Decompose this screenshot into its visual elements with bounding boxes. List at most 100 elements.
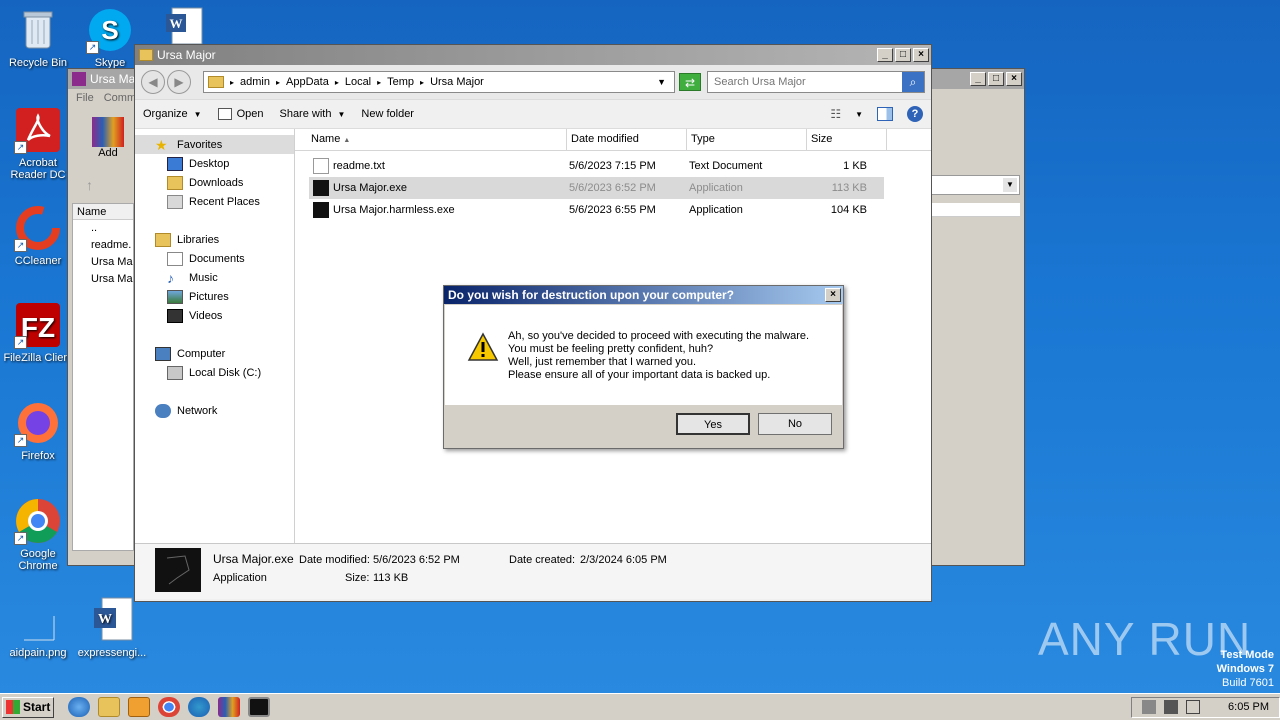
add-button[interactable]: Add	[88, 117, 128, 159]
videos-icon	[167, 308, 183, 323]
speaker-icon[interactable]	[1142, 700, 1157, 714]
desktop-icon-chrome[interactable]: ↗ Google Chrome	[0, 497, 76, 572]
chevron-down-icon[interactable]: ▼	[855, 110, 863, 119]
archive-right-pane	[930, 203, 1020, 217]
column-header-name[interactable]: Name ▲	[295, 129, 567, 150]
desktop-icon-expressengi[interactable]: W expressengi...	[74, 596, 150, 659]
nav-network[interactable]: Network	[135, 401, 294, 420]
share-with-label: Share with	[279, 108, 332, 120]
menu-file[interactable]: File	[76, 92, 94, 104]
list-item[interactable]: ..	[73, 220, 133, 237]
close-button[interactable]: ×	[825, 288, 841, 302]
archive-file-list[interactable]: Name .. readme. Ursa Ma Ursa Ma	[72, 203, 134, 551]
list-item[interactable]: Ursa Ma	[73, 271, 133, 288]
nav-documents[interactable]: Documents	[135, 249, 294, 268]
yes-button[interactable]: Yes	[676, 413, 750, 435]
column-header-name[interactable]: Name	[73, 204, 133, 220]
nav-local-disk[interactable]: Local Disk (C:)	[135, 363, 294, 382]
breadcrumb-separator[interactable]: ▸	[377, 78, 381, 87]
breadcrumb-temp[interactable]: Temp	[387, 76, 414, 88]
internet-explorer-icon[interactable]	[68, 697, 90, 717]
nav-music[interactable]: ♪ Music	[135, 268, 294, 287]
breadcrumb-appdata[interactable]: AppData	[286, 76, 329, 88]
search-input[interactable]	[714, 76, 902, 88]
text-file-icon	[313, 158, 329, 174]
search-box[interactable]: ⌕	[707, 71, 925, 93]
share-with-button[interactable]: Share with ▼	[279, 108, 345, 120]
column-header-type[interactable]: Type	[687, 129, 807, 150]
preview-pane-icon[interactable]	[877, 107, 893, 121]
help-icon[interactable]: ?	[907, 106, 923, 122]
close-button[interactable]: ×	[913, 48, 929, 62]
back-button[interactable]: ◀	[141, 70, 165, 94]
view-options-icon[interactable]: ☷	[830, 107, 841, 121]
start-button[interactable]: Start	[2, 696, 54, 718]
organize-button[interactable]: Organize ▼	[143, 108, 202, 120]
new-folder-button[interactable]: New folder	[361, 108, 414, 120]
list-item[interactable]: Ursa Ma	[73, 254, 133, 271]
ursa-major-task-icon[interactable]	[248, 697, 270, 717]
breadcrumb-separator[interactable]: ▸	[230, 78, 234, 87]
no-button[interactable]: No	[758, 413, 832, 435]
winrar-icon[interactable]	[218, 697, 240, 717]
nav-libraries[interactable]: Libraries	[135, 230, 294, 249]
minimize-button[interactable]: _	[877, 48, 893, 62]
executable-icon	[313, 180, 329, 196]
nav-computer[interactable]: Computer	[135, 344, 294, 363]
nav-pictures[interactable]: Pictures	[135, 287, 294, 306]
chrome-icon[interactable]	[158, 697, 180, 717]
desktop-icon-ccleaner[interactable]: ↗ CCleaner	[0, 204, 76, 267]
desktop-icon-firefox[interactable]: ↗ Firefox	[0, 399, 76, 462]
breadcrumb-separator[interactable]: ▸	[276, 78, 280, 87]
recent-places-icon	[167, 194, 183, 209]
word-doc-icon[interactable]: W	[164, 6, 208, 45]
breadcrumb-separator[interactable]: ▸	[420, 78, 424, 87]
nav-videos[interactable]: Videos	[135, 306, 294, 325]
taskbar: Start 6:05 PM	[0, 693, 1280, 720]
forward-button[interactable]: ▶	[167, 70, 191, 94]
address-bar[interactable]: ▸ admin ▸ AppData ▸ Local ▸ Temp ▸ Ursa …	[203, 71, 675, 93]
chrome-icon: ↗	[14, 497, 62, 545]
menu-commands[interactable]: Comm	[104, 92, 136, 104]
file-explorer-icon[interactable]	[98, 697, 120, 717]
breadcrumb-admin[interactable]: admin	[240, 76, 270, 88]
edge-icon[interactable]	[188, 697, 210, 717]
nav-favorites[interactable]: ★ Favorites	[135, 135, 294, 154]
maximize-button[interactable]: □	[895, 48, 911, 62]
network-status-icon[interactable]	[1164, 700, 1179, 714]
chevron-down-icon[interactable]: ▼	[657, 77, 666, 87]
media-player-icon[interactable]	[128, 697, 150, 717]
column-header-size[interactable]: Size	[807, 129, 887, 150]
desktop-icon-aidpain[interactable]: aidpain.png	[0, 596, 76, 659]
minimize-button[interactable]: _	[970, 72, 986, 86]
warning-dialog[interactable]: Do you wish for destruction upon your co…	[443, 285, 844, 449]
archive-path-dropdown[interactable]: ▼	[930, 175, 1020, 195]
file-row[interactable]: readme.txt 5/6/2023 7:15 PM Text Documen…	[309, 155, 884, 177]
desktop-icon-recycle-bin[interactable]: Recycle Bin	[0, 6, 76, 69]
maximize-button[interactable]: □	[988, 72, 1004, 86]
details-filename: Ursa Major.exe	[213, 552, 294, 566]
column-header-date[interactable]: Date modified	[567, 129, 687, 150]
desktop-icon-label: Acrobat Reader DC	[10, 157, 66, 181]
desktop-icon-filezilla[interactable]: FZ ↗ FileZilla Client	[0, 301, 76, 364]
nav-downloads[interactable]: Downloads	[135, 173, 294, 192]
dialog-titlebar[interactable]: Do you wish for destruction upon your co…	[444, 286, 843, 304]
open-button[interactable]: Open	[217, 108, 263, 120]
close-button[interactable]: ×	[1006, 72, 1022, 86]
file-row[interactable]: Ursa Major.harmless.exe 5/6/2023 6:55 PM…	[309, 199, 884, 221]
clock[interactable]: 6:05 PM	[1228, 701, 1269, 713]
search-icon[interactable]: ⌕	[902, 72, 924, 92]
explorer-titlebar[interactable]: Ursa Major _ □ ×	[135, 45, 931, 65]
folder-icon	[139, 49, 153, 61]
refresh-icon[interactable]: ⇄	[679, 73, 701, 91]
breadcrumb-ursa-major[interactable]: Ursa Major	[430, 76, 484, 88]
file-row-selected[interactable]: Ursa Major.exe 5/6/2023 6:52 PM Applicat…	[309, 177, 884, 199]
up-arrow-icon[interactable]: ↑	[72, 177, 132, 195]
list-item[interactable]: readme.	[73, 237, 133, 254]
breadcrumb-separator[interactable]: ▸	[335, 78, 339, 87]
nav-desktop[interactable]: Desktop	[135, 154, 294, 173]
flag-icon[interactable]	[1186, 700, 1201, 714]
nav-recent-places[interactable]: Recent Places	[135, 192, 294, 211]
desktop-icon-acrobat[interactable]: ↗ Acrobat Reader DC	[0, 106, 76, 181]
breadcrumb-local[interactable]: Local	[345, 76, 371, 88]
